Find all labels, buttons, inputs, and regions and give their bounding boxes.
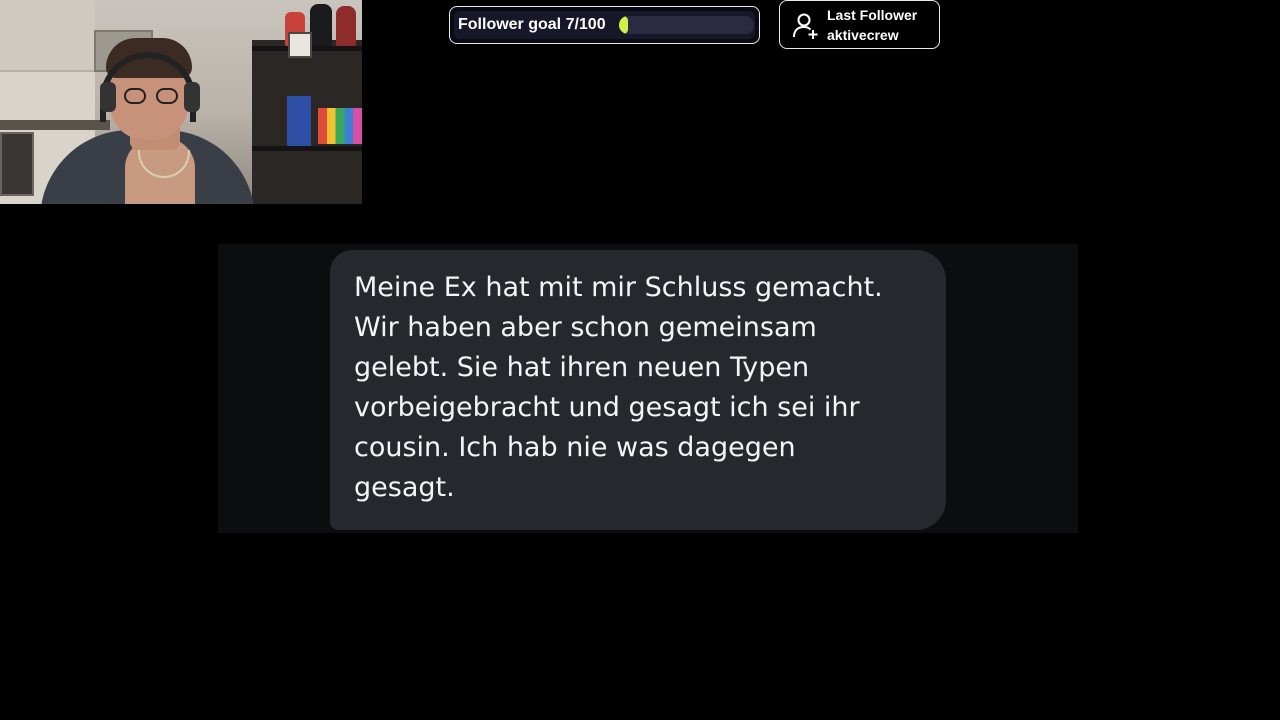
message-bubble: Meine Ex hat mit mir Schluss gemacht. Wi…	[330, 250, 946, 530]
follower-goal-progress-fill	[619, 16, 629, 34]
follower-goal-widget: Follower goal 7/100	[449, 6, 760, 44]
shelf-board	[252, 146, 362, 151]
kitchen-cabinet	[0, 0, 95, 72]
book-stack	[318, 108, 362, 144]
last-follower-username: aktivecrew	[827, 27, 899, 43]
game-box	[287, 96, 311, 146]
message-text: Meine Ex hat mit mir Schluss gemacht. Wi…	[354, 272, 883, 503]
add-user-icon	[792, 12, 820, 40]
kitchen-counter	[0, 120, 110, 130]
glasses	[124, 88, 182, 106]
figurine	[310, 4, 332, 46]
headset-earcup-right	[184, 82, 200, 112]
figurine	[336, 6, 356, 46]
last-follower-title: Last Follower	[827, 7, 918, 23]
picture-frame	[288, 32, 312, 58]
webcam-feed	[0, 0, 362, 204]
follower-goal-progress-track	[619, 16, 754, 34]
last-follower-widget: Last Follower aktivecrew	[779, 0, 940, 49]
oven	[0, 132, 34, 196]
headset-earcup-left	[100, 82, 116, 112]
follower-goal-label: Follower goal 7/100	[458, 16, 606, 33]
